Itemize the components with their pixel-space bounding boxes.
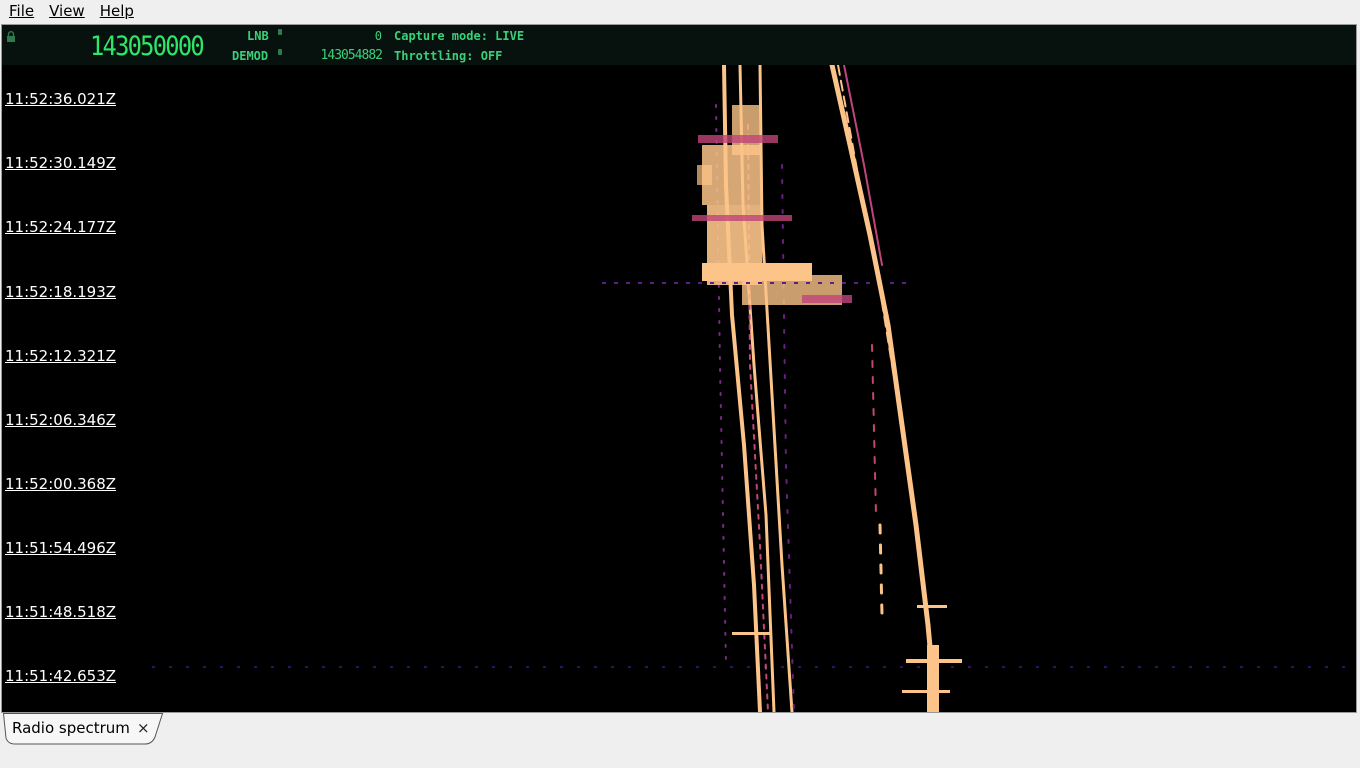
timestamp-label: 11:52:36.021Z: [5, 90, 117, 108]
menubar: File View Help: [0, 0, 1360, 22]
tab-label: Radio spectrum: [12, 719, 130, 737]
timestamp-label: 11:52:24.177Z: [5, 218, 117, 236]
timestamp-label: 11:52:00.368Z: [5, 475, 117, 493]
waterfall-view[interactable]: 11:52:36.021Z 11:52:30.149Z 11:52:24.177…: [2, 62, 1356, 712]
menu-file[interactable]: File: [0, 0, 40, 22]
timestamp-label: 11:51:48.518Z: [5, 603, 117, 621]
spectrum-panel: 143050000 LNB 0 DEMOD 143054882 Capture …: [1, 24, 1357, 713]
lnb-label: LNB: [247, 29, 269, 43]
timestamp-label: 11:51:54.496Z: [5, 539, 117, 557]
demod-label: DEMOD: [232, 49, 269, 63]
frequency-display[interactable]: 143050000: [90, 33, 205, 61]
timestamp-label: 11:51:42.653Z: [5, 667, 117, 685]
demod-lock-icon: [278, 49, 282, 55]
capture-mode-status: Capture mode: LIVE: [394, 29, 525, 43]
menu-view[interactable]: View: [40, 0, 91, 22]
throttling-status: Throttling: OFF: [394, 49, 503, 63]
waterfall-canvas: [2, 62, 1356, 712]
timestamp-label: 11:52:12.321Z: [5, 347, 117, 365]
tab-radio-spectrum[interactable]: Radio spectrum ×: [3, 713, 164, 745]
timestamp-label: 11:52:18.193Z: [5, 283, 117, 301]
menu-help[interactable]: Help: [91, 0, 140, 22]
lnb-lock-icon: [278, 29, 282, 35]
timestamp-label: 11:52:30.149Z: [5, 154, 117, 172]
receiver-header: 143050000 LNB 0 DEMOD 143054882 Capture …: [2, 25, 1356, 65]
close-icon[interactable]: ×: [137, 719, 150, 737]
lnb-value[interactable]: 0: [375, 29, 382, 43]
timestamp-label: 11:52:06.346Z: [5, 411, 117, 429]
tab-bar: Radio spectrum ×: [0, 713, 1360, 768]
demod-value[interactable]: 143054882: [321, 49, 383, 63]
lock-icon[interactable]: [6, 31, 16, 42]
